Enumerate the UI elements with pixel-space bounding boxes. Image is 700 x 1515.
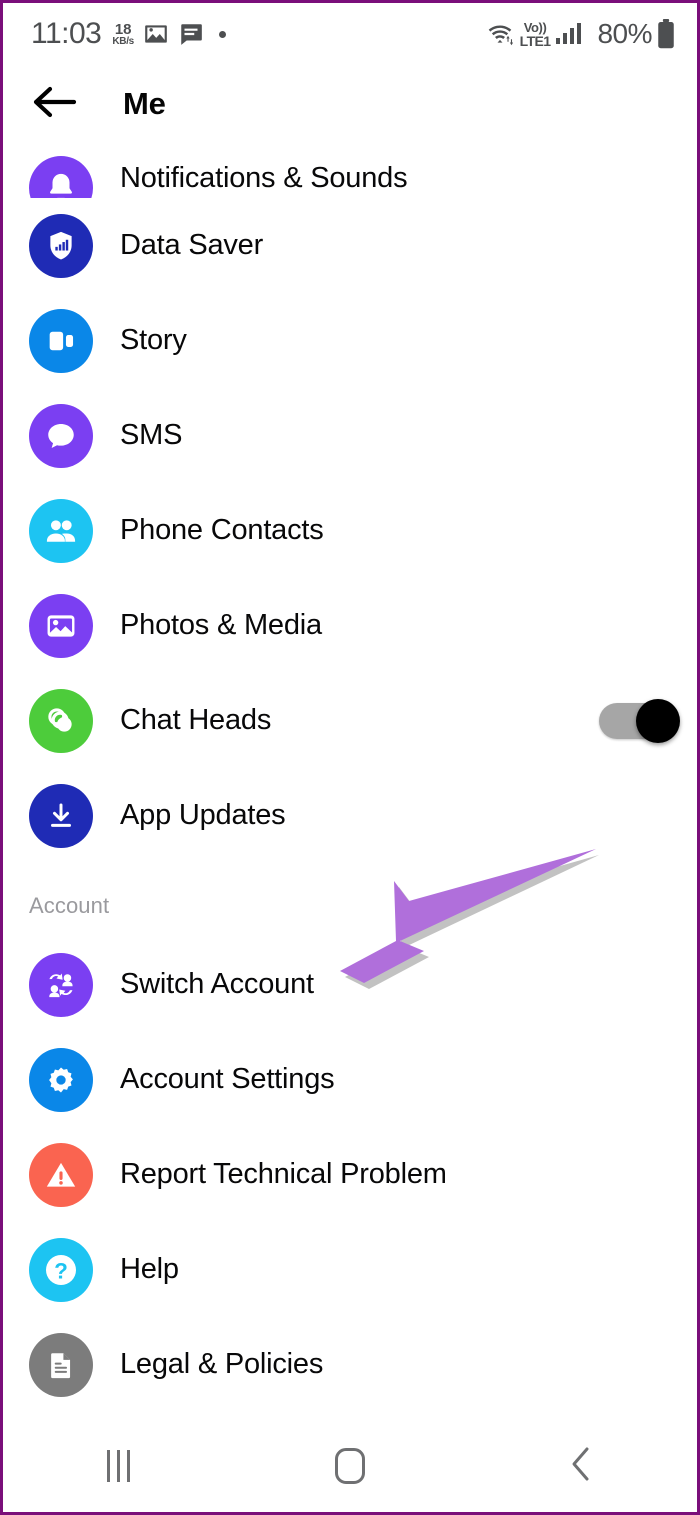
list-item-label: Account Settings: [120, 1063, 335, 1095]
list-item-notifications-and-sounds[interactable]: Notifications & Sounds: [3, 143, 697, 198]
page-title: Me: [123, 86, 166, 121]
download-icon: [29, 783, 93, 848]
toggle-knob: [636, 698, 680, 743]
speech-bubble-icon: [29, 403, 93, 468]
network-speed-value: 18: [114, 20, 132, 38]
photo-icon: [143, 21, 169, 47]
list-item-label: Report Technical Problem: [120, 1158, 447, 1190]
gear-icon: [29, 1047, 93, 1112]
settings-list: Notifications & Sounds Data Saver Story …: [3, 143, 697, 1412]
list-item-label: SMS: [120, 419, 183, 451]
recents-icon: [107, 1450, 131, 1482]
list-item-legal-and-policies[interactable]: Legal & Policies: [3, 1317, 697, 1412]
volte-label-top: Vo)): [523, 19, 547, 35]
nav-back-button[interactable]: [466, 1420, 697, 1512]
list-item-label: Story: [120, 324, 187, 356]
home-button[interactable]: [234, 1420, 465, 1512]
list-item-app-updates[interactable]: App Updates: [3, 768, 697, 863]
chat-heads-icon: [29, 688, 93, 753]
list-item-label: Notifications & Sounds: [120, 162, 408, 194]
app-bar: Me: [3, 65, 697, 143]
phone-screen: 11:03 18 KB/s Vo)) LTE1 80% Me Notificat…: [0, 0, 700, 1515]
signal-bars-icon: [555, 21, 587, 47]
list-item-switch-account[interactable]: Switch Account: [3, 937, 697, 1032]
list-item-label: Phone Contacts: [120, 514, 324, 546]
svg-text:?: ?: [54, 1258, 68, 1283]
list-item-label: Legal & Policies: [120, 1348, 324, 1380]
list-item-label: Help: [120, 1253, 179, 1285]
status-bar: 11:03 18 KB/s Vo)) LTE1 80%: [3, 3, 697, 65]
warning-triangle-icon: [29, 1142, 93, 1207]
chat-heads-toggle[interactable]: [599, 698, 680, 743]
list-item-account-settings[interactable]: Account Settings: [3, 1032, 697, 1127]
list-item-label: Chat Heads: [120, 704, 272, 736]
wifi-icon: [485, 21, 515, 47]
battery-percent-label: 80%: [597, 18, 652, 49]
dot-indicator: [218, 30, 226, 38]
message-icon: [178, 21, 204, 47]
list-item-label: Switch Account: [120, 968, 314, 1000]
list-item-photos-and-media[interactable]: Photos & Media: [3, 578, 697, 673]
network-speed-unit: KB/s: [112, 35, 134, 47]
list-item-story[interactable]: Story: [3, 293, 697, 388]
story-cards-icon: [29, 308, 93, 373]
list-item-report-technical-problem[interactable]: Report Technical Problem: [3, 1127, 697, 1222]
status-clock: 11:03: [31, 17, 102, 50]
list-item-chat-heads[interactable]: Chat Heads: [3, 673, 697, 768]
recents-button[interactable]: [3, 1420, 234, 1512]
network-speed-indicator: 18 KB/s: [112, 22, 134, 47]
list-item-help[interactable]: ? Help: [3, 1222, 697, 1317]
android-nav-bar: [3, 1420, 697, 1512]
back-button[interactable]: [29, 78, 81, 130]
list-item-phone-contacts[interactable]: Phone Contacts: [3, 483, 697, 578]
list-item-data-saver[interactable]: Data Saver: [3, 198, 697, 293]
people-icon: [29, 498, 93, 563]
home-icon: [334, 1448, 365, 1484]
switch-account-icon: [29, 952, 93, 1017]
nav-back-icon: [568, 1445, 594, 1488]
back-arrow-icon: [32, 84, 78, 125]
list-item-sms[interactable]: SMS: [3, 388, 697, 483]
battery-icon: [657, 19, 675, 49]
list-item-label: Data Saver: [120, 229, 264, 261]
status-bar-right: Vo)) LTE1 80%: [485, 18, 675, 50]
status-bar-left: 11:03 18 KB/s: [31, 17, 226, 51]
section-header-account: Account: [29, 893, 110, 918]
volte-label-bottom: LTE1: [519, 32, 551, 49]
shield-signal-icon: [29, 213, 93, 278]
bell-icon: [29, 156, 93, 198]
photo-icon: [29, 593, 93, 658]
volte-indicator: Vo)) LTE1: [520, 21, 551, 48]
document-icon: [29, 1332, 93, 1397]
list-item-label: App Updates: [120, 799, 286, 831]
question-mark-icon: ?: [29, 1237, 93, 1302]
list-item-label: Photos & Media: [120, 609, 322, 641]
